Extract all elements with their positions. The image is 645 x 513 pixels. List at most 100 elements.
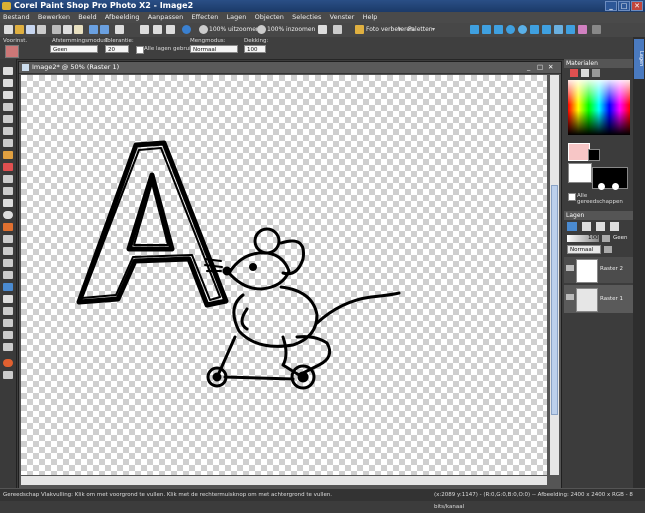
side-layers-tab[interactable]: Lagen (634, 39, 644, 79)
all-layers-checkbox[interactable] (136, 46, 144, 54)
materials-swatch-icon[interactable] (592, 69, 600, 77)
foreground-material-swatch[interactable] (568, 163, 592, 183)
presets-icon[interactable] (5, 45, 19, 58)
lock-icon[interactable] (602, 235, 610, 242)
foreground-color-swatch[interactable] (568, 143, 590, 161)
clone-tool-icon[interactable] (3, 187, 13, 195)
ruler-icon[interactable] (140, 25, 149, 34)
menu-venster[interactable]: Venster (327, 12, 358, 23)
flood-fill-tool-icon[interactable] (3, 283, 13, 291)
zoom-out-icon[interactable] (199, 25, 208, 34)
new-file-icon[interactable] (4, 25, 13, 34)
airbrush-tool-icon[interactable] (3, 259, 13, 267)
image-canvas[interactable] (21, 75, 547, 475)
layer-visibility-icon-raster-2[interactable] (566, 265, 574, 271)
picture-tube-icon[interactable] (3, 247, 13, 255)
pan-tool-icon[interactable] (3, 67, 13, 75)
crop-tool-icon[interactable] (3, 115, 13, 123)
camera-icon[interactable] (333, 25, 342, 34)
vertical-scrollbar[interactable] (550, 75, 559, 475)
layer-link-icon[interactable] (610, 222, 619, 231)
dodge-tool-icon[interactable] (3, 211, 13, 219)
palette-icon-1[interactable] (470, 25, 479, 34)
menu-aanpassen[interactable]: Aanpassen (145, 12, 187, 23)
layer-visibility-icon-raster-1[interactable] (566, 294, 574, 300)
straighten-tool-icon[interactable] (3, 103, 13, 111)
layer-row-raster-2[interactable]: Raster 2 (564, 257, 633, 283)
object-selector-icon[interactable] (3, 371, 13, 379)
menu-help[interactable]: Help (360, 12, 381, 23)
browse-icon[interactable] (318, 25, 327, 34)
palettes-menu[interactable]: Paletten (408, 25, 433, 35)
materials-frame-icon[interactable] (570, 69, 578, 77)
color-picker-spectrum[interactable] (568, 80, 630, 135)
crop-icon[interactable] (153, 25, 162, 34)
selection-tool-icon[interactable] (3, 139, 13, 147)
menu-bewerken[interactable]: Bewerken (35, 12, 73, 23)
new-layer-icon[interactable] (567, 222, 577, 231)
palette-icon-2[interactable] (482, 25, 491, 34)
undo-icon[interactable] (89, 25, 98, 34)
minimize-button[interactable]: _ (605, 1, 617, 11)
match-mode-select[interactable]: Geen (50, 45, 98, 53)
enhance-dropdown-icon[interactable]: ▾ (398, 25, 401, 35)
blend-mode-select[interactable]: Normaal (190, 45, 238, 53)
palette-icon-4[interactable] (506, 25, 515, 34)
menu-effecten[interactable]: Effecten (188, 12, 221, 23)
blend-range-icon[interactable] (604, 246, 612, 253)
palette-icon-7[interactable] (542, 25, 551, 34)
open-folder-icon[interactable] (15, 25, 24, 34)
color-tool-icon[interactable] (3, 359, 13, 367)
layer-blend-mode-select[interactable]: Normaal (567, 245, 601, 254)
materials-rainbow-icon[interactable] (581, 69, 589, 77)
enhance-photo-menu[interactable]: Foto verbeteren (366, 25, 414, 35)
tolerance-input[interactable]: 20 (105, 45, 129, 53)
horizontal-scrollbar[interactable] (21, 476, 547, 485)
preset-shape-icon[interactable] (3, 319, 13, 327)
menu-afbeelding[interactable]: Afbeelding (102, 12, 143, 23)
palette-icon-10[interactable] (578, 25, 587, 34)
maximize-button[interactable]: □ (618, 1, 630, 11)
foreground-color-small[interactable] (588, 149, 600, 161)
zoom-in-icon[interactable] (257, 25, 266, 34)
all-tools-checkbox[interactable] (568, 193, 576, 201)
zoom-tool-icon[interactable] (3, 79, 13, 87)
pen-tool-icon[interactable] (3, 331, 13, 339)
warp-brush-icon[interactable] (3, 343, 13, 351)
zoom-in-100-button[interactable]: 100% inzoomen (267, 25, 315, 35)
deform-tool-icon[interactable] (3, 91, 13, 99)
palette-icon-11[interactable] (592, 25, 601, 34)
dropper-tool-icon[interactable] (3, 151, 13, 159)
doc-maximize-button[interactable]: □ (537, 62, 543, 73)
red-eye-tool-icon[interactable] (3, 163, 13, 171)
makeover-tool-icon[interactable] (3, 175, 13, 183)
transparent-toggle-icon[interactable] (598, 183, 605, 190)
menu-selecties[interactable]: Selecties (289, 12, 324, 23)
palette-icon-5[interactable] (518, 25, 527, 34)
paste-icon[interactable] (74, 25, 83, 34)
text-tool-icon[interactable] (3, 295, 13, 303)
rectangle-tool-icon[interactable] (3, 307, 13, 315)
palettes-dropdown-icon[interactable]: ▾ (432, 25, 435, 35)
redo-icon[interactable] (100, 25, 109, 34)
palette-icon-8[interactable] (554, 25, 563, 34)
menu-beeld[interactable]: Beeld (75, 12, 99, 23)
image-icon[interactable] (166, 25, 175, 34)
palette-icon-9[interactable] (566, 25, 575, 34)
grid-icon[interactable] (115, 25, 124, 34)
menu-lagen[interactable]: Lagen (224, 12, 250, 23)
eraser-tool-icon[interactable] (3, 235, 13, 243)
menu-bestand[interactable]: Bestand (0, 12, 33, 23)
doc-minimize-button[interactable]: _ (527, 62, 530, 73)
menu-objecten[interactable]: Objecten (252, 12, 287, 23)
close-button[interactable]: ✕ (631, 1, 643, 11)
info-icon[interactable] (182, 25, 191, 34)
cut-icon[interactable] (52, 25, 61, 34)
doc-close-button[interactable]: ✕ (548, 62, 553, 73)
layer-row-raster-1[interactable]: Raster 1 (564, 285, 633, 313)
copy-icon[interactable] (63, 25, 72, 34)
opacity-input[interactable]: 100 (244, 45, 266, 53)
zoom-out-100-button[interactable]: 100% uitzoomen (209, 25, 260, 35)
swap-colors-icon[interactable] (612, 183, 619, 190)
save-icon[interactable] (26, 25, 35, 34)
